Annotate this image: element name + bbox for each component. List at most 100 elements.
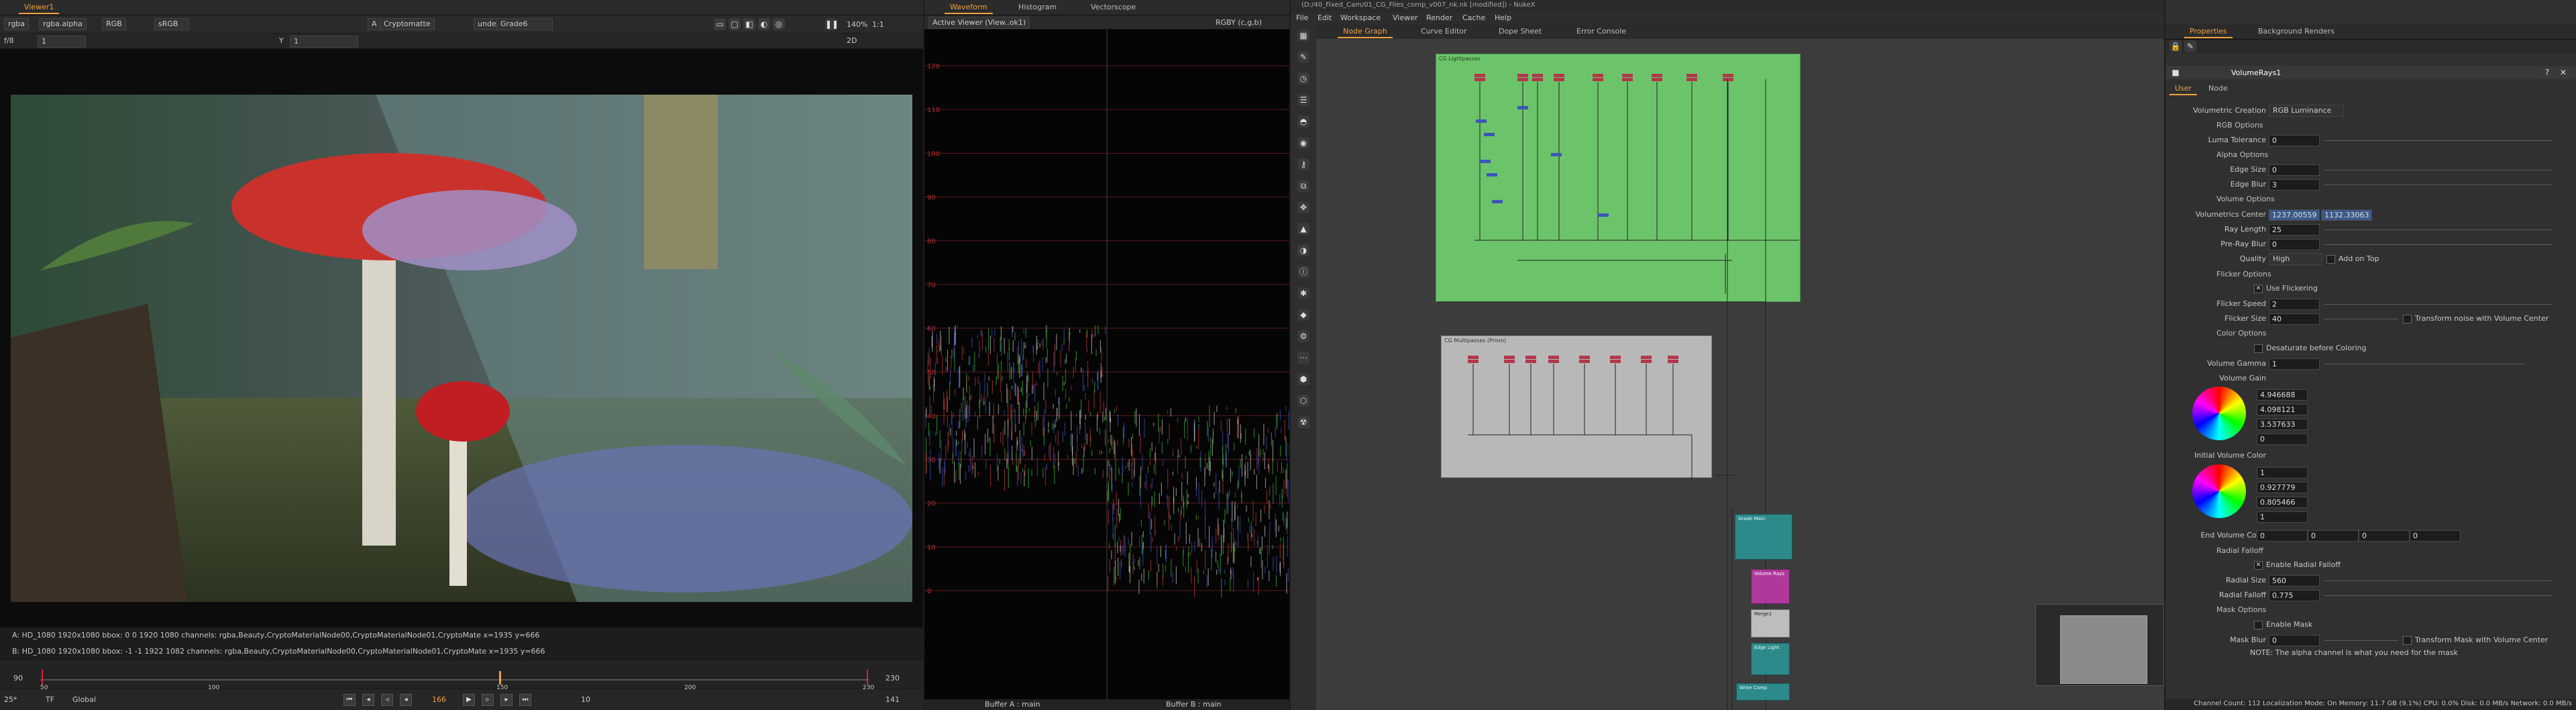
initial-color-b[interactable]: 0.805466	[2257, 497, 2308, 508]
graph-node[interactable]	[1554, 78, 1564, 81]
graph-node[interactable]	[1480, 160, 1491, 163]
pre-ray-blur-field[interactable]: 0	[2269, 239, 2320, 250]
first-frame-icon[interactable]: ⏮	[343, 694, 356, 706]
edge-size-field[interactable]: 0	[2269, 164, 2320, 176]
menu-file[interactable]: File	[1296, 13, 1308, 22]
radial-size-field[interactable]: 560	[2269, 575, 2320, 587]
fps-select[interactable]: 25*	[4, 695, 17, 704]
graph-node[interactable]	[1622, 74, 1633, 77]
playhead[interactable]	[499, 671, 501, 684]
subtab-user[interactable]: User	[2169, 83, 2198, 95]
volumetric-creation-select[interactable]: RGB Luminance	[2269, 105, 2344, 117]
menu-viewer[interactable]: Viewer	[1393, 13, 1417, 22]
node-teal-2[interactable]: Edge Light	[1751, 643, 1790, 675]
quality-select[interactable]: High	[2269, 253, 2322, 265]
metadata-tools-icon[interactable]: ⓘ	[1297, 266, 1309, 278]
keyer-tools-icon[interactable]: ⚷	[1297, 158, 1309, 170]
node-teal-3[interactable]: Write Comp	[1736, 683, 1790, 701]
graph-node[interactable]	[1525, 356, 1536, 359]
transform-noise-checkbox[interactable]	[2403, 315, 2412, 323]
timeline-start[interactable]: 90	[13, 674, 23, 682]
center-y-field[interactable]: 1132.33063	[2321, 209, 2372, 221]
volume-gain-b[interactable]: 3.537633	[2257, 419, 2308, 430]
edge-blur-field[interactable]: 3	[2269, 179, 2320, 191]
graph-node[interactable]	[1652, 74, 1662, 77]
color-tools-icon[interactable]: ◓	[1297, 115, 1309, 128]
graph-node[interactable]	[1504, 356, 1515, 359]
proxy-ratio[interactable]: 1:1	[872, 20, 884, 29]
tab-properties[interactable]: Properties	[2184, 26, 2233, 38]
deep-tools-icon[interactable]: ◆	[1297, 309, 1309, 321]
add-on-top-checkbox[interactable]	[2326, 255, 2335, 264]
graph-node[interactable]	[1554, 74, 1564, 77]
menu-help[interactable]: Help	[1495, 13, 1511, 22]
graph-node[interactable]	[1668, 356, 1678, 359]
frame-field[interactable]: 1	[38, 36, 86, 48]
menu-render[interactable]: Render	[1426, 13, 1452, 22]
transform-tools-icon[interactable]: ✥	[1297, 201, 1309, 213]
desaturate-checkbox[interactable]	[2254, 344, 2263, 353]
graph-node[interactable]	[1579, 360, 1590, 363]
channel-mode-select[interactable]: rgba.alpha	[39, 18, 87, 30]
channels-select[interactable]: rgba	[4, 18, 30, 30]
node-teal-1[interactable]: Grade Main	[1735, 514, 1792, 560]
flicker-speed-slider[interactable]	[2324, 304, 2552, 305]
graph-node[interactable]	[1468, 360, 1479, 363]
volume-gain-r[interactable]: 4.946688	[2257, 389, 2308, 401]
node-color-icon[interactable]: ■	[2169, 66, 2182, 79]
navigator-view[interactable]	[2060, 615, 2147, 684]
graph-node[interactable]	[1593, 78, 1603, 81]
tab-vectorscope[interactable]: Vectorscope	[1085, 2, 1141, 13]
gain-icon[interactable]: ◐	[758, 18, 770, 30]
gizmo-tools-icon[interactable]: ⬢	[1297, 373, 1309, 385]
tab-error-console[interactable]: Error Console	[1571, 26, 1631, 37]
graph-node[interactable]	[1723, 78, 1733, 81]
draw-tools-icon[interactable]: ✎	[1297, 51, 1309, 63]
tab-waveform[interactable]: Waveform	[945, 2, 993, 14]
graph-node[interactable]	[1525, 360, 1536, 363]
filter-tools-icon[interactable]: ◉	[1297, 137, 1309, 149]
initial-color-g[interactable]: 0.927779	[2257, 482, 2308, 493]
menu-cache[interactable]: Cache	[1462, 13, 1485, 22]
graph-node[interactable]	[1652, 78, 1662, 81]
tab-viewer1[interactable]: Viewer1	[19, 2, 60, 14]
merge-tools-icon[interactable]: ⧉	[1297, 180, 1309, 192]
tab-dope-sheet[interactable]: Dope Sheet	[1493, 26, 1547, 37]
volume-gain-color-wheel[interactable]	[2192, 387, 2246, 440]
graph-node[interactable]	[1593, 74, 1603, 77]
image-tools-icon[interactable]: ▦	[1297, 30, 1309, 42]
graph-node[interactable]	[1579, 356, 1590, 359]
graph-node[interactable]	[1686, 78, 1697, 81]
particles-tools-icon[interactable]: ✱	[1297, 287, 1309, 299]
graph-node[interactable]	[1610, 360, 1621, 363]
display-mode-select[interactable]: RGB	[102, 18, 126, 30]
graph-node[interactable]	[1686, 74, 1697, 77]
transform-mask-checkbox[interactable]	[2403, 636, 2412, 645]
prev-keyframe-icon[interactable]: ◂	[362, 694, 374, 706]
pen-icon[interactable]: ✎	[2184, 40, 2196, 52]
last-frame-icon[interactable]: ⏭	[519, 694, 531, 706]
graph-node[interactable]	[1487, 173, 1497, 176]
mask-blur-field[interactable]: 0	[2269, 635, 2320, 646]
graph-node[interactable]	[1474, 74, 1485, 77]
graph-node[interactable]	[1517, 78, 1528, 81]
graph-node[interactable]	[1598, 213, 1609, 217]
timeline-end[interactable]: 230	[885, 674, 900, 682]
other-tools-icon[interactable]: ⋯	[1297, 352, 1309, 364]
center-x-field[interactable]: 1237.00559	[2269, 209, 2320, 221]
node-magenta[interactable]: Volume Rays	[1751, 569, 1790, 604]
use-flickering-checkbox[interactable]: ✕	[2254, 285, 2263, 293]
channel-tools-icon[interactable]: ☰	[1297, 94, 1309, 106]
timeline[interactable]: 90 50 100 150 200 230 230	[0, 660, 923, 691]
node-grey-small[interactable]: Merge1	[1751, 609, 1790, 638]
toolsets-icon[interactable]: ⚙	[1297, 330, 1309, 342]
current-frame[interactable]: 166	[432, 695, 446, 704]
enable-radial-checkbox[interactable]: ✕	[2254, 561, 2263, 570]
tf-select[interactable]: TF	[46, 695, 54, 704]
viewer-canvas[interactable]	[0, 49, 923, 627]
graph-node[interactable]	[1492, 200, 1503, 203]
tab-curve-editor[interactable]: Curve Editor	[1415, 26, 1472, 37]
volume-gain-a[interactable]: 0	[2257, 434, 2308, 445]
next-frame-icon[interactable]: ▹	[482, 694, 494, 706]
luma-tolerance-slider[interactable]	[2324, 140, 2552, 141]
